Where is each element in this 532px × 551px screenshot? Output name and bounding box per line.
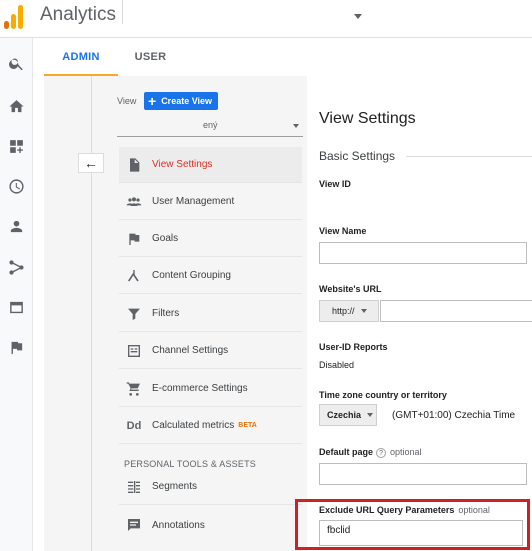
default-page-label-text: Default page [319,447,374,457]
flag-icon[interactable] [7,338,25,356]
tab-admin[interactable]: ADMIN [44,38,118,76]
admin-tabs: ADMIN USER [44,38,532,76]
nav-ecommerce-settings[interactable]: E-commerce Settings [119,371,302,407]
analytics-logo-icon[interactable] [4,3,26,29]
chevron-down-icon [293,124,299,128]
nav-view-settings[interactable]: View Settings [119,147,302,183]
section-divider [406,156,532,157]
exclude-params-input[interactable]: fbclid [319,520,523,546]
optional-tag: optional [458,505,490,515]
chevron-down-icon [354,14,362,19]
clock-icon[interactable] [7,177,25,195]
search-icon[interactable] [7,54,25,72]
default-page-label: Default page? optional [319,447,422,458]
userid-value: Disabled [319,360,355,370]
view-name-label: View Name [319,226,367,236]
annotations-icon [124,515,144,535]
nav-content-grouping[interactable]: Content Grouping [119,258,302,294]
nav-label: E-commerce Settings [152,383,248,394]
exclude-params-label: Exclude URL Query Parameters optional [319,505,490,515]
nav-calculated-metrics[interactable]: Dd Calculated metrics BETA [119,408,302,444]
arrow-left-icon: ← [84,155,98,171]
chevron-down-icon [360,309,367,313]
filter-icon [124,304,144,324]
website-url-input[interactable] [380,300,532,322]
timezone-country-dropdown[interactable]: Czechia [319,404,377,426]
nav-filters[interactable]: Filters [119,296,302,332]
nav-channel-settings[interactable]: Channel Settings [119,333,302,369]
header-divider [122,0,123,24]
nav-label: Filters [152,308,180,319]
view-name-input[interactable] [319,242,527,264]
section-title: Basic Settings [319,149,396,163]
left-rail [0,38,33,551]
nav-annotations[interactable]: Annotations [119,507,302,543]
person-icon[interactable] [7,217,25,235]
help-icon[interactable]: ? [376,448,387,458]
create-view-label: Create View [161,96,213,106]
beta-badge: BETA [238,422,257,429]
optional-tag: optional [390,447,422,457]
page-title: View Settings [319,110,416,127]
content-grouping-icon [124,266,144,286]
behavior-icon[interactable] [7,298,25,316]
plus-icon: + [148,93,157,109]
timezone-value: (GMT+01:00) Czechia Time [392,410,516,421]
nav-label: Channel Settings [152,345,229,356]
home-icon[interactable] [7,97,25,115]
customization-icon[interactable] [7,137,25,155]
users-icon [124,192,144,212]
selected-view: ený [203,120,218,130]
app-title: Analytics [40,4,117,25]
website-url-label: Website's URL [319,284,382,294]
timezone-country: Czechia [327,410,362,420]
nav-segments[interactable]: Segments [119,469,302,505]
protocol-value: http:// [332,306,355,316]
view-label: View [117,96,137,106]
create-view-button[interactable]: + Create View [144,92,219,110]
flag-icon [124,229,144,249]
cart-icon [124,379,144,399]
nav-label: User Management [152,196,235,207]
nav-label: Goals [152,233,179,244]
nav-label: Content Grouping [152,270,231,281]
document-icon [124,155,144,175]
back-arrow-button[interactable]: ← [78,153,104,173]
protocol-dropdown[interactable]: http:// [319,300,379,322]
channel-settings-icon [124,341,144,361]
nav-label: View Settings [152,159,213,170]
chevron-down-icon [367,413,374,417]
view-selector[interactable]: ený [117,115,303,137]
timezone-label: Time zone country or territory [319,390,447,400]
userid-label: User-ID Reports [319,342,388,352]
tab-user[interactable]: USER [118,38,183,76]
default-page-input[interactable] [319,463,527,485]
segments-icon [124,477,144,497]
account-picker[interactable] [134,4,366,24]
view-id-label: View ID [319,179,351,189]
nav-user-management[interactable]: User Management [119,184,302,220]
nav-label: Segments [152,481,198,492]
nav-label: Calculated metrics [152,420,235,431]
personal-tools-header: PERSONAL TOOLS & ASSETS [124,459,256,469]
acquisition-icon[interactable] [7,258,25,276]
nav-goals[interactable]: Goals [119,221,302,257]
dd-icon: Dd [126,419,142,432]
app-header: Analytics [0,0,532,38]
nav-label: Annotations [152,519,205,531]
exclude-params-label-text: Exclude URL Query Parameters [319,505,455,515]
